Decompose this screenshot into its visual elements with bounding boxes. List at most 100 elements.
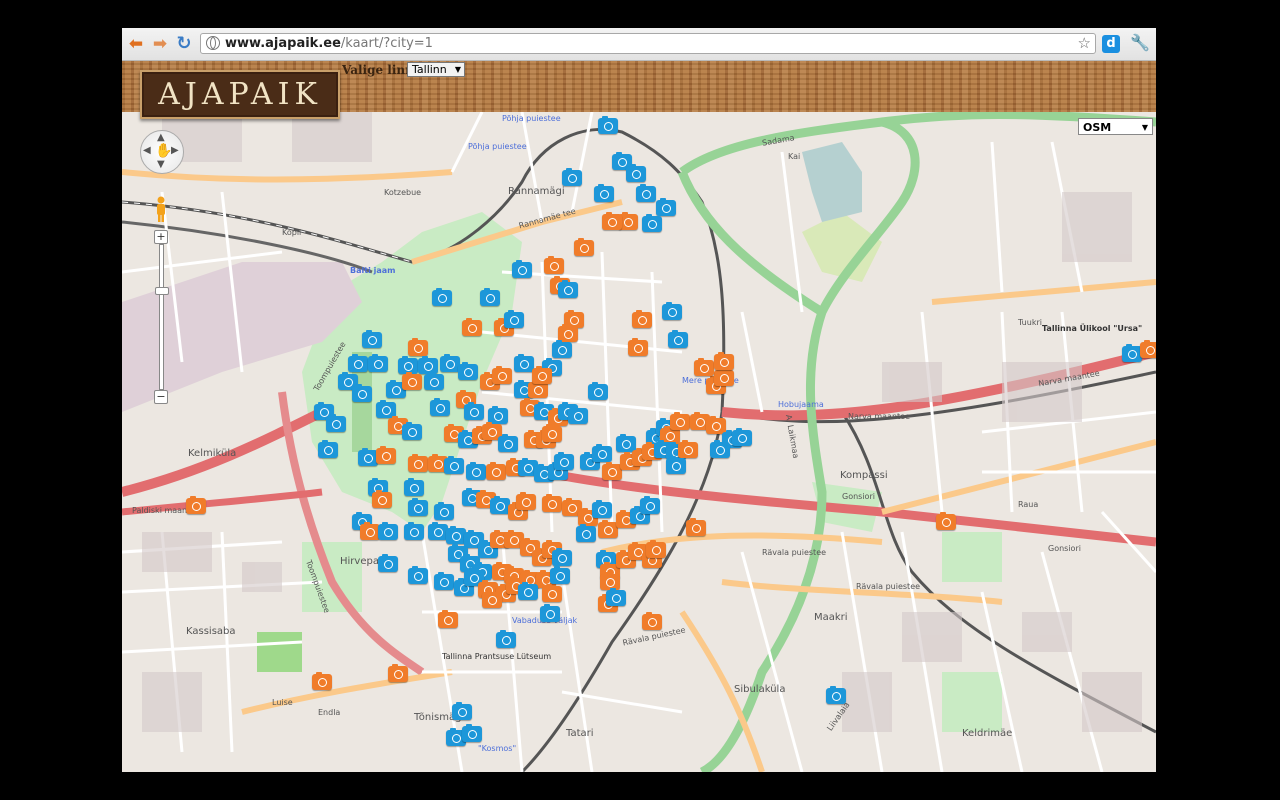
photo-marker-blue[interactable] [444,456,464,474]
photo-marker-orange[interactable] [408,338,428,356]
photo-marker-blue[interactable] [642,214,662,232]
photo-marker-orange[interactable] [186,496,206,514]
photo-marker-orange[interactable] [438,610,458,628]
photo-marker-blue[interactable] [732,428,752,446]
pan-control[interactable]: ▲ ▼ ◀ ▶ ✋ [140,130,184,174]
photo-marker-blue[interactable] [504,310,524,328]
photo-marker-orange[interactable] [492,366,512,384]
photo-marker-blue[interactable] [668,330,688,348]
star-icon[interactable]: ☆ [1078,34,1091,52]
photo-marker-blue[interactable] [432,288,452,306]
photo-marker-blue[interactable] [558,280,578,298]
photo-marker-blue[interactable] [496,630,516,648]
photo-marker-blue[interactable] [434,502,454,520]
photo-marker-orange[interactable] [646,540,666,558]
photo-marker-blue[interactable] [402,422,422,440]
photo-marker-blue[interactable] [428,522,448,540]
photo-marker-blue[interactable] [404,478,424,496]
photo-marker-blue[interactable] [440,354,460,372]
photo-marker-blue[interactable] [1122,344,1142,362]
photo-marker-blue[interactable] [662,302,682,320]
photo-marker-blue[interactable] [430,398,450,416]
photo-marker-blue[interactable] [592,500,612,518]
photo-marker-blue[interactable] [588,382,608,400]
photo-marker-blue[interactable] [446,526,466,544]
photo-marker-blue[interactable] [554,452,574,470]
photo-marker-blue[interactable] [378,522,398,540]
photo-marker-orange[interactable] [602,212,622,230]
photo-marker-orange[interactable] [542,584,562,602]
photo-marker-blue[interactable] [434,572,454,590]
photo-marker-orange[interactable] [686,518,706,536]
photo-marker-blue[interactable] [408,498,428,516]
photo-marker-blue[interactable] [378,554,398,572]
photo-marker-blue[interactable] [404,522,424,540]
photo-marker-blue[interactable] [594,184,614,202]
photo-marker-blue[interactable] [348,354,368,372]
wrench-icon[interactable]: 🔧 [1130,33,1150,52]
zoom-out-button[interactable]: − [154,390,168,404]
photo-marker-blue[interactable] [562,168,582,186]
photo-marker-orange[interactable] [312,672,332,690]
photo-marker-blue[interactable] [552,548,572,566]
photo-marker-orange[interactable] [372,490,392,508]
photo-marker-blue[interactable] [606,588,626,606]
photo-marker-blue[interactable] [362,330,382,348]
city-select[interactable]: Tallinn ▼ [407,62,465,77]
photo-marker-blue[interactable] [636,184,656,202]
photo-marker-blue[interactable] [592,444,612,462]
back-button[interactable]: ⬅ [126,34,146,54]
photo-marker-orange[interactable] [628,338,648,356]
photo-marker-orange[interactable] [714,368,734,386]
photo-marker-blue[interactable] [540,604,560,622]
photo-marker-orange[interactable] [376,446,396,464]
address-bar[interactable]: www.ajapaik.ee/kaart/?city=1 ☆ [200,33,1096,54]
photo-marker-blue[interactable] [462,724,482,742]
photo-marker-blue[interactable] [326,414,346,432]
photo-marker-orange[interactable] [542,424,562,442]
photo-marker-blue[interactable] [408,566,428,584]
photo-marker-orange[interactable] [544,256,564,274]
photo-marker-blue[interactable] [466,462,486,480]
photo-marker-blue[interactable] [640,496,660,514]
photo-marker-orange[interactable] [678,440,698,458]
photo-marker-orange[interactable] [714,352,734,370]
photo-marker-blue[interactable] [598,116,618,134]
photo-marker-orange[interactable] [642,612,662,630]
photo-marker-blue[interactable] [358,448,378,466]
photo-marker-blue[interactable] [514,354,534,372]
photo-marker-blue[interactable] [424,372,444,390]
photo-marker-blue[interactable] [568,406,588,424]
photo-marker-orange[interactable] [462,318,482,336]
ajapaik-logo[interactable]: AJAPAIK [140,70,340,119]
photo-marker-orange[interactable] [528,380,548,398]
photo-marker-blue[interactable] [318,440,338,458]
photo-marker-blue[interactable] [552,340,572,358]
photo-marker-orange[interactable] [602,462,622,480]
photo-marker-blue[interactable] [480,288,500,306]
reload-button[interactable]: ↻ [174,34,194,54]
photo-marker-blue[interactable] [826,686,846,704]
photo-marker-blue[interactable] [550,566,570,584]
photo-marker-orange[interactable] [694,358,714,376]
photo-marker-orange[interactable] [360,522,380,540]
photo-marker-blue[interactable] [352,384,372,402]
photo-marker-orange[interactable] [486,462,506,480]
photo-marker-orange[interactable] [574,238,594,256]
photo-marker-orange[interactable] [598,520,618,538]
photo-marker-orange[interactable] [632,310,652,328]
photo-marker-blue[interactable] [512,260,532,278]
photo-marker-orange[interactable] [388,664,408,682]
map-canvas[interactable]: ▲ ▼ ◀ ▶ ✋ + − OSM ▼ Põhja puiestee Põhja … [122,112,1156,772]
zoom-slider-knob[interactable] [155,287,169,295]
zoom-in-button[interactable]: + [154,230,168,244]
photo-marker-orange[interactable] [532,366,552,384]
pegman-icon[interactable] [155,196,167,222]
photo-marker-orange[interactable] [936,512,956,530]
photo-marker-blue[interactable] [368,354,388,372]
photo-marker-blue[interactable] [656,198,676,216]
photo-marker-orange[interactable] [402,372,422,390]
forward-button[interactable]: ➡ [150,34,170,54]
photo-marker-orange[interactable] [670,412,690,430]
photo-marker-orange[interactable] [1140,340,1156,358]
